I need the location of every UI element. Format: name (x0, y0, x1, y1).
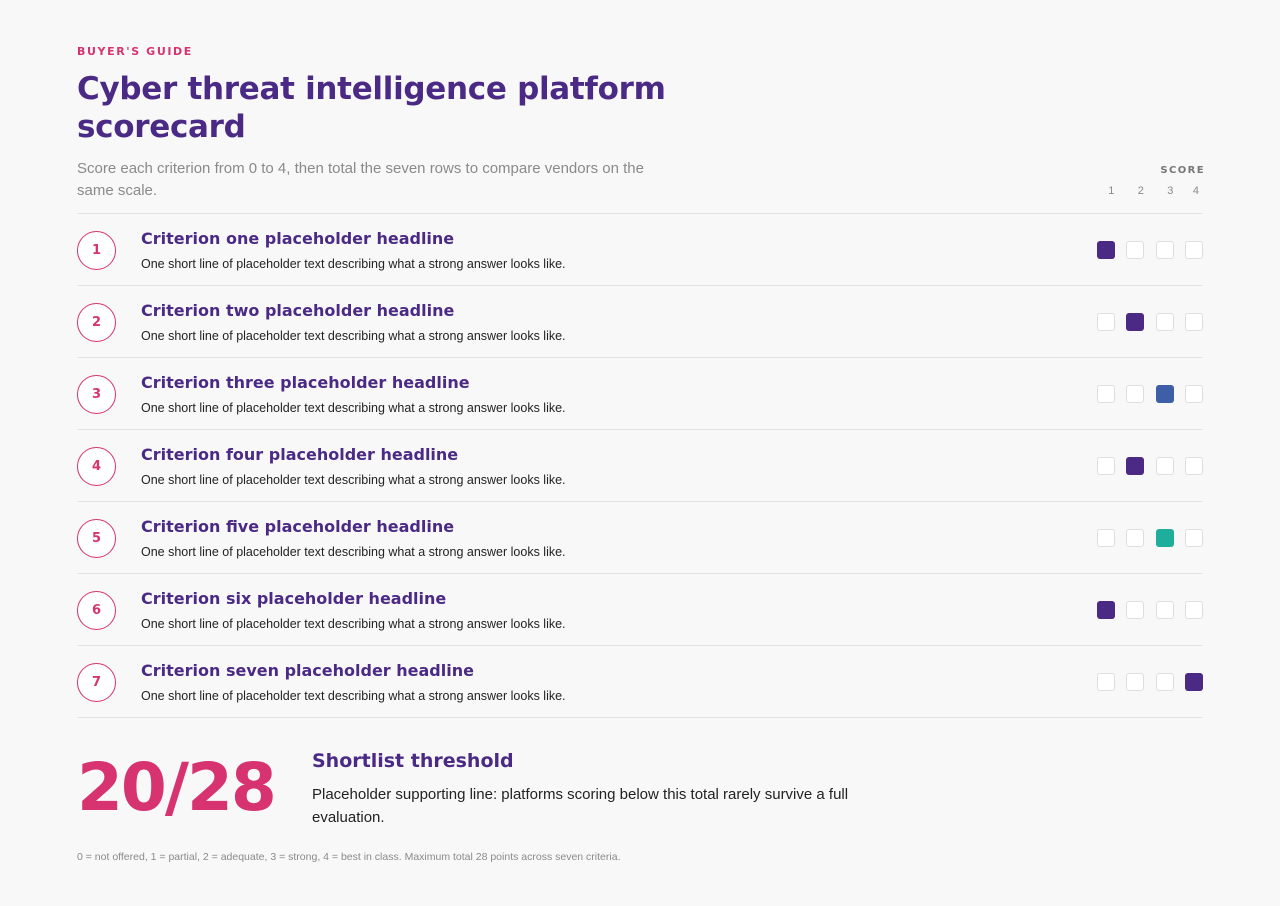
score-box-2[interactable] (1126, 673, 1144, 691)
score-box-1[interactable] (1096, 529, 1115, 547)
score-selector (1096, 673, 1203, 691)
score-box-4[interactable] (1185, 673, 1203, 691)
criterion-description: One short line of placeholder text descr… (141, 617, 566, 631)
eyebrow-label: BUYER'S GUIDE (77, 45, 193, 58)
criterion-row: 2 Criterion two placeholder headline One s… (77, 286, 1203, 358)
score-box-4[interactable] (1185, 385, 1203, 403)
criterion-row: 4 Criterion four placeholder headline One … (77, 430, 1203, 502)
score-box-2[interactable] (1126, 313, 1144, 331)
score-box-3[interactable] (1155, 673, 1174, 691)
score-box-1[interactable] (1096, 457, 1115, 475)
criterion-description: One short line of placeholder text descr… (141, 329, 566, 343)
score-box-1[interactable] (1096, 385, 1115, 403)
score-header-label: SCORE (1160, 165, 1205, 176)
score-box-4[interactable] (1185, 241, 1203, 259)
criterion-row: 1 Criterion one placeholder headline One s… (77, 214, 1203, 286)
score-box-2[interactable] (1126, 385, 1144, 403)
criterion-number-badge: 1 (77, 231, 116, 270)
criterion-number-badge: 2 (77, 303, 116, 342)
score-level-label: 3 (1167, 185, 1174, 197)
score-box-4[interactable] (1185, 601, 1203, 619)
criterion-description: One short line of placeholder text descr… (141, 689, 566, 703)
criterion-row: 5 Criterion five placeholder headline One … (77, 502, 1203, 574)
score-selector (1096, 529, 1203, 547)
intro-text: Score each criterion from 0 to 4, then t… (77, 160, 644, 199)
score-box-3[interactable] (1155, 313, 1174, 331)
threshold-title: Shortlist threshold (312, 750, 514, 772)
score-box-1[interactable] (1096, 241, 1115, 259)
criterion-description: One short line of placeholder text descr… (141, 545, 566, 559)
criteria-list: 1 Criterion one placeholder headline One s… (77, 213, 1203, 718)
criterion-title: Criterion six placeholder headline (141, 589, 447, 608)
criterion-title: Criterion five placeholder headline (141, 517, 455, 536)
criterion-row: 3 Criterion three placeholder headline One… (77, 358, 1203, 430)
criterion-row: 7 Criterion seven placeholder headline One… (77, 646, 1203, 718)
score-box-3[interactable] (1155, 601, 1174, 619)
scorecard-page: BUYER'S GUIDE Cyber threat intelligence … (0, 0, 1280, 906)
score-selector (1096, 385, 1203, 403)
threshold-text: Placeholder supporting line: platforms s… (312, 786, 849, 826)
score-column-header: SCORE 1 2 3 4 (1093, 165, 1203, 197)
score-box-2[interactable] (1126, 457, 1144, 475)
score-box-4[interactable] (1185, 529, 1203, 547)
criterion-title: Criterion seven placeholder headline (141, 661, 474, 680)
score-selector (1096, 457, 1203, 475)
score-box-3[interactable] (1155, 529, 1174, 547)
criterion-number-badge: 4 (77, 447, 116, 486)
criterion-title: Criterion three placeholder headline (141, 373, 470, 392)
score-box-1[interactable] (1096, 313, 1115, 331)
criterion-title: Criterion four placeholder headline (141, 445, 459, 464)
score-box-2[interactable] (1126, 241, 1144, 259)
score-box-4[interactable] (1185, 313, 1203, 331)
score-box-2[interactable] (1126, 601, 1144, 619)
score-level-label: 4 (1192, 185, 1199, 197)
score-box-2[interactable] (1126, 529, 1144, 547)
criterion-number-badge: 7 (77, 663, 116, 702)
score-box-1[interactable] (1096, 673, 1115, 691)
score-selector (1096, 313, 1203, 331)
score-box-3[interactable] (1155, 241, 1174, 259)
criterion-number-badge: 3 (77, 375, 116, 414)
criterion-title: Criterion one placeholder headline (141, 229, 455, 248)
score-box-3[interactable] (1155, 385, 1174, 403)
criterion-number-badge: 5 (77, 519, 116, 558)
criterion-row: 6 Criterion six placeholder headline One s… (77, 574, 1203, 646)
score-box-4[interactable] (1185, 457, 1203, 475)
score-level-label: 2 (1137, 185, 1144, 197)
score-box-3[interactable] (1155, 457, 1174, 475)
score-selector (1096, 241, 1203, 259)
criterion-description: One short line of placeholder text descr… (141, 401, 566, 415)
scoring-footnote: 0 = not offered, 1 = partial, 2 = adequa… (77, 851, 621, 863)
criterion-description: One short line of placeholder text descr… (141, 473, 566, 487)
criterion-title: Criterion two placeholder headline (141, 301, 455, 320)
score-selector (1096, 601, 1203, 619)
criterion-description: One short line of placeholder text descr… (141, 257, 566, 271)
score-box-1[interactable] (1096, 601, 1115, 619)
score-level-label: 1 (1108, 185, 1115, 197)
score-levels: 1 2 3 4 (1093, 185, 1203, 197)
page-title: Cyber threat intelligence platform score… (77, 71, 666, 145)
total-score: 20/28 (77, 749, 277, 826)
criterion-number-badge: 6 (77, 591, 116, 630)
